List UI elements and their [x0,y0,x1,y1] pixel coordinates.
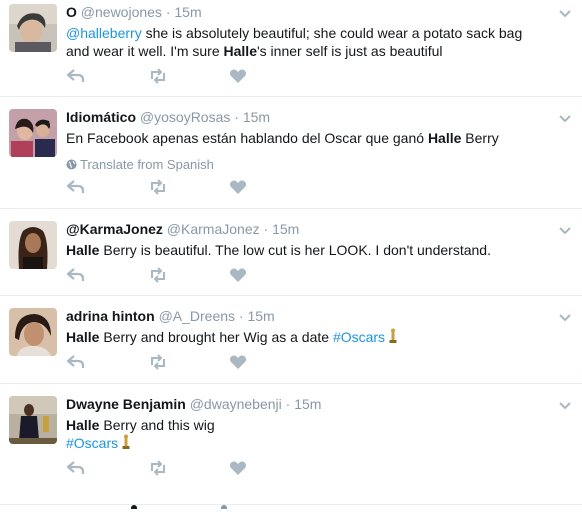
avatar[interactable] [9,308,57,356]
text-segment: Berry and brought her Wig as a date [99,329,333,345]
tweet-text: Halle Berry and brought her Wig as a dat… [66,328,546,346]
tweet[interactable]: @KarmaJonez @KarmaJonez · 15m Halle Berr… [0,209,582,296]
tweet-timestamp[interactable]: 15m [294,396,321,412]
user-handle[interactable]: @KarmaJonez [167,221,260,237]
heart-icon[interactable] [228,458,248,478]
tweet-timestamp[interactable]: 15m [243,109,270,125]
separator-dot: · [165,4,171,20]
chevron-down-icon[interactable] [558,223,572,235]
avatar[interactable] [9,396,57,444]
tweet-timestamp[interactable]: 15m [272,221,299,237]
tweet[interactable]: Idiomático @yosoyRosas · 15m En Facebook… [0,97,582,209]
text-segment: Berry [461,130,499,146]
tweet-text: En Facebook apenas están hablando del Os… [66,129,546,147]
tweet-header: O @newojones · 15m [66,3,546,21]
user-handle[interactable]: @newojones [81,4,162,20]
separator-dot: · [238,308,244,324]
hashtag-link[interactable]: #Oscars [66,435,118,451]
tweet-timestamp[interactable]: 15m [174,4,201,20]
tweet-header: adrina hinton @A_Dreens · 15m [66,307,546,325]
mention-link[interactable]: @halleberry [66,25,142,41]
tweet-header: @KarmaJonez @KarmaJonez · 15m [66,220,546,238]
avatar[interactable] [9,109,57,157]
user-fullname[interactable]: adrina hinton [66,308,155,324]
user-fullname[interactable]: @KarmaJonez [66,221,163,237]
separator-dot: · [234,109,239,125]
heart-icon[interactable] [228,66,248,86]
highlight-term: Halle [427,130,462,146]
retweet-icon[interactable] [148,177,168,197]
oscar-statuette-icon [121,434,131,450]
chevron-down-icon[interactable] [558,111,572,123]
heart-icon[interactable] [228,177,248,197]
text-segment: Berry is beautiful. The low cut is her L… [99,242,491,258]
user-fullname[interactable]: Idiomático [66,109,136,125]
tweet[interactable]: adrina hinton @A_Dreens · 15m Halle Berr… [0,296,582,384]
tweet-actions [66,177,266,197]
tweet[interactable]: O @newojones · 15m @halleberry she is ab… [0,0,582,97]
text-segment: Berry and this wig [99,417,215,433]
tweet-timestamp[interactable]: 15m [247,308,274,324]
tweet-text: @halleberry she is absolutely beautiful;… [66,24,546,60]
tweet-text: Halle Berry is beautiful. The low cut is… [66,241,546,259]
text-segment: 's inner self is just as beautiful [256,43,443,59]
user-handle[interactable]: @yosoyRosas [140,109,230,125]
reply-icon[interactable] [66,265,86,285]
reply-icon[interactable] [66,66,86,86]
separator-dot: · [263,221,269,237]
text-segment: En Facebook apenas están hablando del Os… [66,130,428,146]
highlight-term: Halle [223,43,257,59]
reply-icon[interactable] [66,177,86,197]
oscar-statuette-icon [388,328,398,344]
tweet-text: Halle Berry and this wig #Oscars [66,416,546,452]
chevron-down-icon[interactable] [558,310,572,322]
retweet-icon[interactable] [148,458,168,478]
separator-dot: · [285,396,291,412]
highlight-term: Halle [66,242,100,258]
tweet-actions [66,458,266,478]
avatar[interactable] [9,221,57,269]
translate-link[interactable]: Translate from Spanish [66,157,546,173]
reply-icon[interactable] [66,352,86,372]
chevron-down-icon[interactable] [558,398,572,410]
user-fullname[interactable]: O [66,4,77,20]
tweet-actions [66,352,266,372]
heart-icon[interactable] [228,352,248,372]
hashtag-link[interactable]: #Oscars [333,329,385,345]
user-handle[interactable]: @dwaynebenji [190,396,282,412]
translate-label[interactable]: Translate from Spanish [80,157,214,172]
globe-icon [66,158,77,170]
avatar[interactable] [9,4,57,52]
tweet-header: Idiomático @yosoyRosas · 15m [66,108,546,126]
retweet-icon[interactable] [148,265,168,285]
highlight-term: Halle [66,417,100,433]
tweet-actions [66,265,266,285]
highlight-term: Halle [66,329,100,345]
user-handle[interactable]: @A_Dreens [159,308,235,324]
next-tweet-peek [0,496,582,511]
retweet-icon[interactable] [148,66,168,86]
tweet-header: Dwayne Benjamin @dwaynebenji · 15m [66,395,546,413]
tweet-actions [66,66,266,86]
retweet-icon[interactable] [148,352,168,372]
heart-icon[interactable] [228,265,248,285]
reply-icon[interactable] [66,458,86,478]
chevron-down-icon[interactable] [558,6,572,18]
user-fullname[interactable]: Dwayne Benjamin [66,396,186,412]
tweet[interactable]: Dwayne Benjamin @dwaynebenji · 15m Halle… [0,384,582,496]
